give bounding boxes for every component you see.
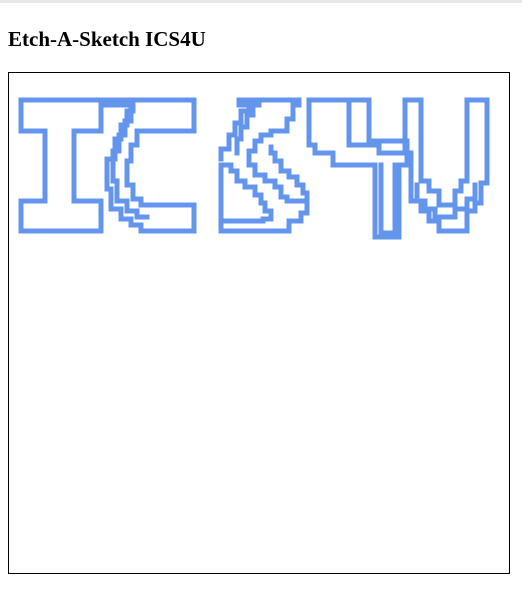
sketch-canvas[interactable]	[8, 72, 510, 574]
sketch-stroke-digit-4-inner	[346, 100, 404, 156]
sketch-stroke-digit-4-outer	[306, 97, 410, 240]
browser-top-edge	[0, 0, 522, 3]
sketch-stroke-digit-4-stem	[378, 162, 398, 236]
sketch-drawing	[18, 97, 490, 240]
sketch-stroke-letter-i	[18, 97, 104, 234]
sketch-stroke-letter-u-outer	[402, 97, 490, 234]
page-title: Etch-A-Sketch ICS4U	[8, 27, 206, 51]
